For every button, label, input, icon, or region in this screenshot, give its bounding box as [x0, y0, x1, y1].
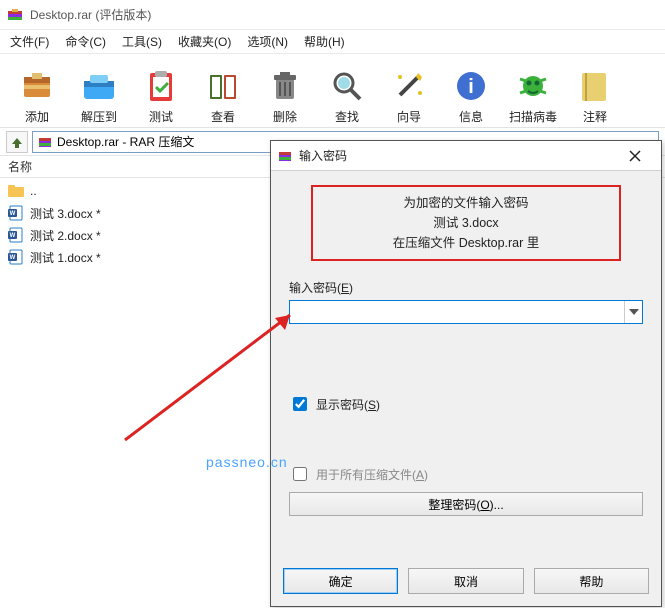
window-titlebar: Desktop.rar (评估版本): [0, 0, 665, 30]
show-password-checkbox[interactable]: [293, 397, 307, 411]
folder-up-icon: [8, 183, 24, 199]
toolbar-test-label: 测试: [149, 108, 173, 125]
password-field-label: 输入密码(E): [289, 279, 643, 296]
dialog-button-row: 确定 取消 帮助: [271, 568, 661, 594]
svg-text:i: i: [468, 76, 474, 98]
toolbar-view-label: 查看: [211, 108, 235, 125]
menubar: 文件(F) 命令(C) 工具(S) 收藏夹(O) 选项(N) 帮助(H): [0, 30, 665, 54]
dialog-close-button[interactable]: [615, 142, 655, 170]
info-icon: i: [451, 66, 491, 106]
list-item-label: 测试 3.docx *: [30, 205, 101, 222]
watermark-text: passneo.cn: [206, 454, 288, 470]
toolbar: 添加 解压到 测试 查看 删除 查找 向导 i 信息 扫描病毒 注释: [0, 54, 665, 128]
dialog-prompt-box: 为加密的文件输入密码 测试 3.docx 在压缩文件 Desktop.rar 里: [311, 185, 621, 261]
virus-scan-icon: [513, 66, 553, 106]
toolbar-scan-virus[interactable]: 扫描病毒: [502, 66, 564, 125]
docx-icon: W: [8, 227, 24, 243]
menu-file[interactable]: 文件(F): [4, 31, 55, 52]
svg-text:W: W: [10, 211, 16, 217]
svg-text:W: W: [10, 233, 16, 239]
nav-up-button[interactable]: [6, 131, 28, 153]
toolbar-wizard-label: 向导: [397, 108, 421, 125]
docx-icon: W: [8, 205, 24, 221]
toolbar-extract[interactable]: 解压到: [68, 66, 130, 125]
toolbar-comment[interactable]: 注释: [564, 66, 626, 125]
password-dropdown-button[interactable]: [624, 301, 642, 323]
toolbar-find-label: 查找: [335, 108, 359, 125]
use-for-all-label: 用于所有压缩文件(A): [316, 466, 428, 483]
list-item-label: 测试 2.docx *: [30, 227, 101, 244]
winrar-app-icon: [277, 148, 293, 164]
toolbar-extract-label: 解压到: [81, 108, 117, 125]
toolbar-scan-virus-label: 扫描病毒: [509, 108, 557, 125]
wand-wizard-icon: [389, 66, 429, 106]
toolbar-find[interactable]: 查找: [316, 66, 378, 125]
password-dialog: 输入密码 为加密的文件输入密码 测试 3.docx 在压缩文件 Desktop.…: [270, 140, 662, 607]
prompt-line-2: 测试 3.docx: [327, 213, 605, 233]
menu-favorites[interactable]: 收藏夹(O): [172, 31, 237, 52]
toolbar-info-label: 信息: [459, 108, 483, 125]
use-for-all-row[interactable]: 用于所有压缩文件(A): [289, 464, 643, 484]
toolbar-comment-label: 注释: [583, 108, 607, 125]
clipboard-test-icon: [141, 66, 181, 106]
show-password-row[interactable]: 显示密码(S): [289, 394, 643, 414]
comment-icon: [575, 66, 615, 106]
toolbar-add-label: 添加: [25, 108, 49, 125]
window-title: Desktop.rar (评估版本): [30, 6, 151, 23]
organize-passwords-button[interactable]: 整理密码(O)...: [289, 492, 643, 516]
address-text: Desktop.rar - RAR 压缩文: [57, 133, 194, 150]
toolbar-wizard[interactable]: 向导: [378, 66, 440, 125]
dialog-title: 输入密码: [299, 147, 615, 164]
menu-options[interactable]: 选项(N): [241, 31, 294, 52]
toolbar-add[interactable]: 添加: [6, 66, 68, 125]
trash-delete-icon: [265, 66, 305, 106]
docx-icon: W: [8, 249, 24, 265]
toolbar-view[interactable]: 查看: [192, 66, 254, 125]
toolbar-info[interactable]: i 信息: [440, 66, 502, 125]
toolbar-delete[interactable]: 删除: [254, 66, 316, 125]
use-for-all-checkbox[interactable]: [293, 467, 307, 481]
password-input[interactable]: [290, 301, 624, 323]
svg-text:W: W: [10, 255, 16, 261]
cancel-button[interactable]: 取消: [408, 568, 523, 594]
toolbar-delete-label: 删除: [273, 108, 297, 125]
prompt-line-3: 在压缩文件 Desktop.rar 里: [327, 233, 605, 253]
book-view-icon: [203, 66, 243, 106]
menu-help[interactable]: 帮助(H): [298, 31, 351, 52]
magnifier-find-icon: [327, 66, 367, 106]
show-password-label: 显示密码(S): [316, 396, 380, 413]
prompt-line-1: 为加密的文件输入密码: [327, 193, 605, 213]
help-button[interactable]: 帮助: [534, 568, 649, 594]
archive-extract-icon: [79, 66, 119, 106]
menu-tools[interactable]: 工具(S): [116, 31, 168, 52]
archive-add-icon: [17, 66, 57, 106]
archive-icon: [37, 134, 53, 150]
list-item-label: 测试 1.docx *: [30, 249, 101, 266]
menu-command[interactable]: 命令(C): [59, 31, 112, 52]
winrar-app-icon: [6, 6, 24, 24]
list-item-label: ..: [30, 184, 37, 198]
password-combobox[interactable]: [289, 300, 643, 324]
dialog-titlebar: 输入密码: [271, 141, 661, 171]
ok-button[interactable]: 确定: [283, 568, 398, 594]
toolbar-test[interactable]: 测试: [130, 66, 192, 125]
